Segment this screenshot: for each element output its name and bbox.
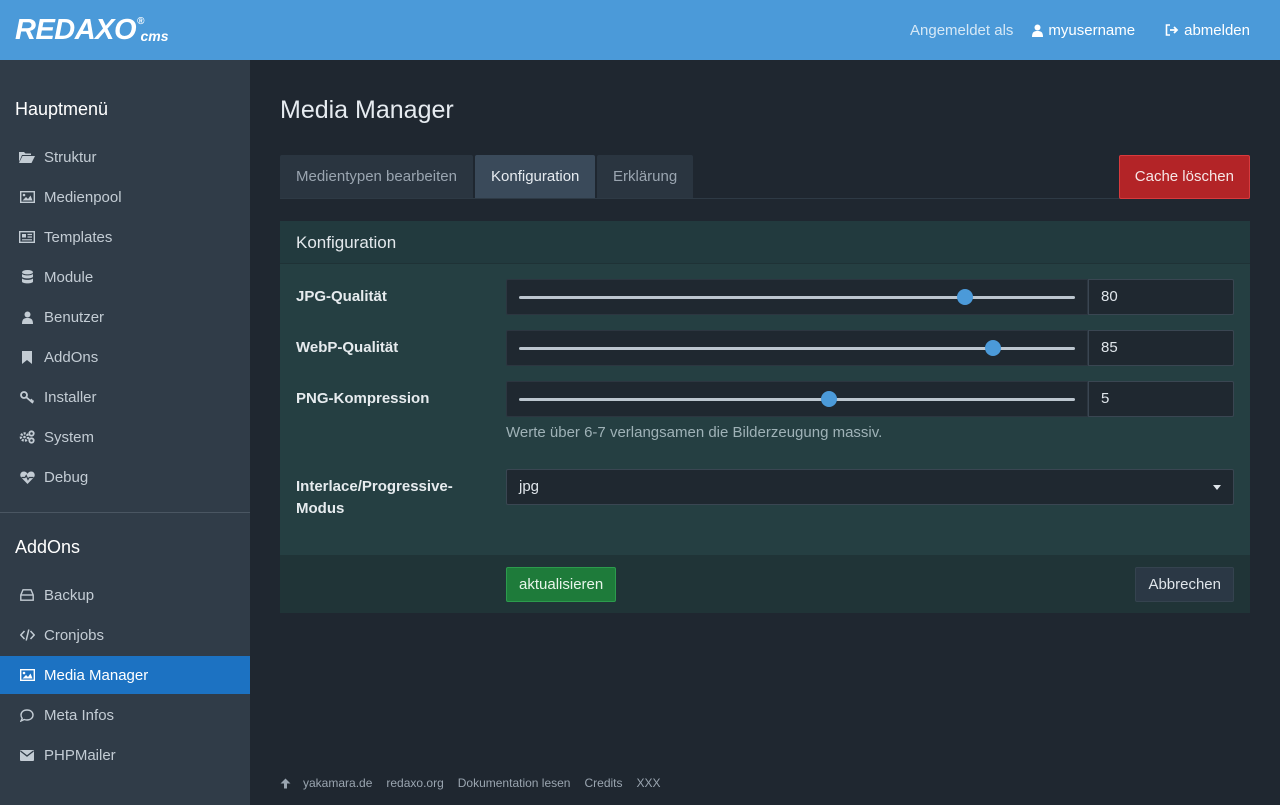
sidebar-item-installer[interactable]: Installer	[0, 378, 250, 416]
cogs-icon	[18, 429, 36, 445]
footer-link-credits[interactable]: Credits	[584, 776, 622, 790]
sidebar-item-label: Module	[44, 268, 94, 286]
tab-bar: Medientypen bearbeiten Konfiguration Erk…	[280, 155, 1250, 199]
tab-erklaerung[interactable]: Erklärung	[597, 155, 694, 198]
jpg-quality-slider[interactable]	[506, 279, 1088, 315]
sidebar-item-label: Medienpool	[44, 188, 122, 206]
jpg-quality-label: JPG-Qualität	[296, 288, 387, 305]
logo-text: REDAXO	[15, 14, 137, 46]
caret-down-icon	[1213, 485, 1221, 490]
folder-open-icon	[18, 149, 36, 165]
sidebar-item-addons[interactable]: AddOns	[0, 338, 250, 376]
logout-link[interactable]: abmelden	[1165, 22, 1250, 39]
panel-title: Konfiguration	[280, 221, 1250, 264]
sidebar-item-label: Debug	[44, 468, 89, 486]
sidebar-item-label: AddOns	[44, 348, 99, 366]
webp-quality-label: WebP-Qualität	[296, 339, 399, 356]
user-nav: Angemeldet als myusername abmelden	[910, 0, 1250, 60]
interlace-selected-value: jpg	[519, 478, 540, 495]
tab-konfiguration[interactable]: Konfiguration	[475, 155, 596, 198]
sidebar-item-meta-infos[interactable]: Meta Infos	[0, 696, 250, 734]
sidebar-item-label: Struktur	[44, 148, 97, 166]
bookmark-icon	[18, 349, 36, 365]
cancel-button[interactable]: Abbrechen	[1135, 567, 1234, 602]
sidebar-item-label: Templates	[44, 228, 113, 246]
slider-thumb[interactable]	[985, 340, 1002, 356]
config-panel: Konfiguration JPG-Qualität 80 WebP-Quali…	[280, 221, 1250, 613]
sidebar-item-benutzer[interactable]: Benutzer	[0, 298, 250, 336]
png-compression-input[interactable]: 5	[1088, 381, 1234, 417]
sidebar-item-label: Media Manager	[44, 666, 149, 684]
code-icon	[18, 627, 36, 643]
user-icon	[18, 309, 36, 325]
webp-quality-slider[interactable]	[506, 330, 1088, 366]
main-menu-heading: Hauptmenü	[15, 99, 109, 119]
sidebar-item-debug[interactable]: Debug	[0, 458, 250, 496]
arrow-up-icon[interactable]	[280, 778, 291, 789]
sidebar-item-module[interactable]: Module	[0, 258, 250, 296]
sidebar-item-phpmailer[interactable]: PHPMailer	[0, 736, 250, 774]
sidebar-item-label: System	[44, 428, 95, 446]
tab-medientypen[interactable]: Medientypen bearbeiten	[280, 155, 473, 198]
png-compression-slider[interactable]	[506, 381, 1088, 417]
username-link[interactable]: myusername	[1032, 22, 1135, 39]
sidebar-item-templates[interactable]: Templates	[0, 218, 250, 256]
clear-cache-button[interactable]: Cache löschen	[1118, 155, 1250, 199]
sidebar-item-system[interactable]: System	[0, 418, 250, 456]
sidebar-item-label: Meta Infos	[44, 706, 115, 724]
sidebar-item-label: Installer	[44, 388, 97, 406]
logout-text: abmelden	[1184, 21, 1250, 39]
footer-link-yakamara[interactable]: yakamara.de	[303, 776, 372, 790]
logo-registered: ®	[137, 16, 145, 27]
slider-thumb[interactable]	[957, 289, 974, 305]
sidebar-item-label: PHPMailer	[44, 746, 116, 764]
database-icon	[18, 269, 36, 285]
image-icon	[18, 189, 36, 205]
slider-track	[519, 296, 1075, 299]
redaxo-logo[interactable]: REDAXO ® cms	[15, 15, 168, 45]
slider-thumb[interactable]	[821, 391, 837, 407]
update-button[interactable]: aktualisieren	[506, 567, 617, 602]
interlace-label: Interlace/Progressive-Modus	[296, 478, 453, 517]
footer-link-xxx[interactable]: XXX	[637, 776, 661, 790]
top-bar: REDAXO ® cms Angemeldet als myusername a…	[0, 0, 1280, 60]
key-icon	[18, 389, 36, 405]
jpg-quality-input[interactable]: 80	[1088, 279, 1234, 315]
panel-body: JPG-Qualität 80 WebP-Qualität 85 PNG-Kom…	[280, 264, 1250, 555]
slider-track	[519, 398, 1075, 401]
footer-link-redaxo[interactable]: redaxo.org	[386, 776, 443, 790]
sidebar-item-cronjobs[interactable]: Cronjobs	[0, 616, 250, 654]
image-icon	[18, 667, 36, 683]
sidebar-item-label: Benutzer	[44, 308, 105, 326]
sidebar-item-media-manager[interactable]: Media Manager	[0, 656, 250, 694]
interlace-select[interactable]: jpg	[506, 469, 1234, 505]
user-icon	[1032, 24, 1044, 37]
logo-cms: cms	[140, 28, 169, 44]
footer: yakamara.de redaxo.org Dokumentation les…	[280, 776, 675, 790]
logged-in-label: Angemeldet als	[910, 21, 1014, 39]
png-help-text: Werte über 6-7 verlangsamen die Bilderze…	[506, 424, 883, 441]
panel-footer: aktualisieren Abbrechen	[280, 555, 1250, 613]
sidebar-item-medienpool[interactable]: Medienpool	[0, 178, 250, 216]
newspaper-icon	[18, 229, 36, 245]
hdd-icon	[18, 587, 36, 603]
heartbeat-icon	[18, 469, 36, 485]
sign-out-icon	[1165, 24, 1179, 36]
sidebar-divider	[0, 512, 250, 513]
sidebar: Hauptmenü Struktur Medienpool Templates …	[0, 60, 250, 805]
sidebar-item-label: Cronjobs	[44, 626, 105, 644]
png-compression-label: PNG-Kompression	[296, 390, 430, 407]
username-text: myusername	[1048, 21, 1136, 39]
page-title: Media Manager	[280, 96, 454, 124]
comment-icon	[18, 707, 36, 723]
sidebar-item-backup[interactable]: Backup	[0, 576, 250, 614]
sidebar-item-label: Backup	[44, 586, 95, 604]
sidebar-item-struktur[interactable]: Struktur	[0, 138, 250, 176]
webp-quality-input[interactable]: 85	[1088, 330, 1234, 366]
addons-heading: AddOns	[15, 537, 81, 557]
envelope-icon	[18, 747, 36, 763]
footer-link-docs[interactable]: Dokumentation lesen	[458, 776, 571, 790]
